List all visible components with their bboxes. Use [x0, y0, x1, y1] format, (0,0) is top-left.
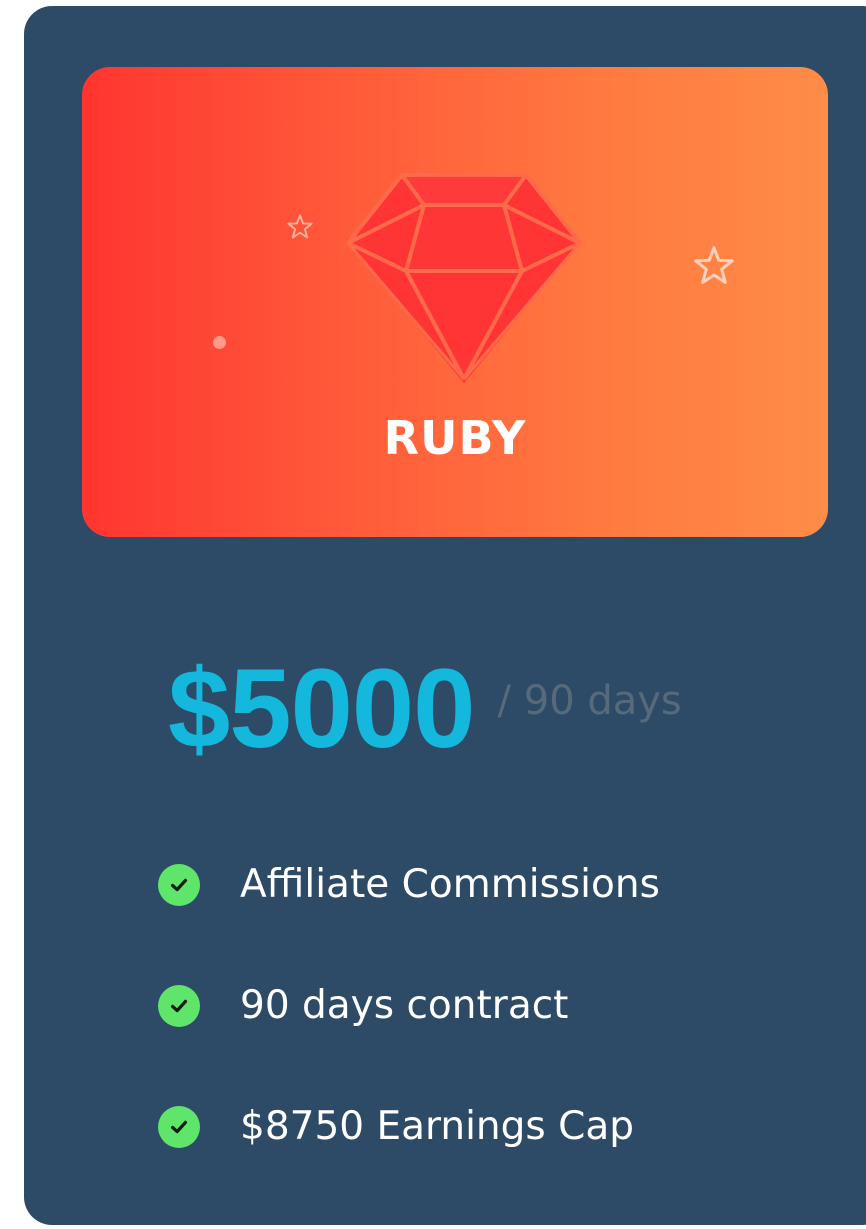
star-icon	[694, 246, 734, 284]
plan-price: $5000	[168, 646, 475, 771]
plan-banner: RUBY	[82, 67, 828, 537]
feature-item: 90 days contract	[158, 967, 838, 1088]
check-circle-icon	[158, 1106, 200, 1148]
feature-item: Affiliate Commissions	[158, 846, 838, 967]
plan-period: / 90 days	[497, 678, 682, 724]
feature-label: 90 days contract	[240, 983, 569, 1028]
check-circle-icon	[158, 985, 200, 1027]
gem-icon	[346, 173, 582, 383]
price-row: $5000 / 90 days	[168, 644, 682, 774]
star-icon	[287, 214, 313, 239]
feature-label: $8750 Earnings Cap	[240, 1104, 634, 1149]
plan-name: RUBY	[383, 411, 527, 465]
feature-item: $8750 Earnings Cap	[158, 1088, 838, 1209]
pricing-card: RUBY $5000 / 90 days Affiliate Commissio…	[24, 6, 866, 1225]
sparkle-dot	[213, 336, 226, 349]
check-circle-icon	[158, 864, 200, 906]
feature-list: Affiliate Commissions 90 days contract $…	[158, 846, 838, 1209]
feature-label: Affiliate Commissions	[240, 862, 660, 907]
